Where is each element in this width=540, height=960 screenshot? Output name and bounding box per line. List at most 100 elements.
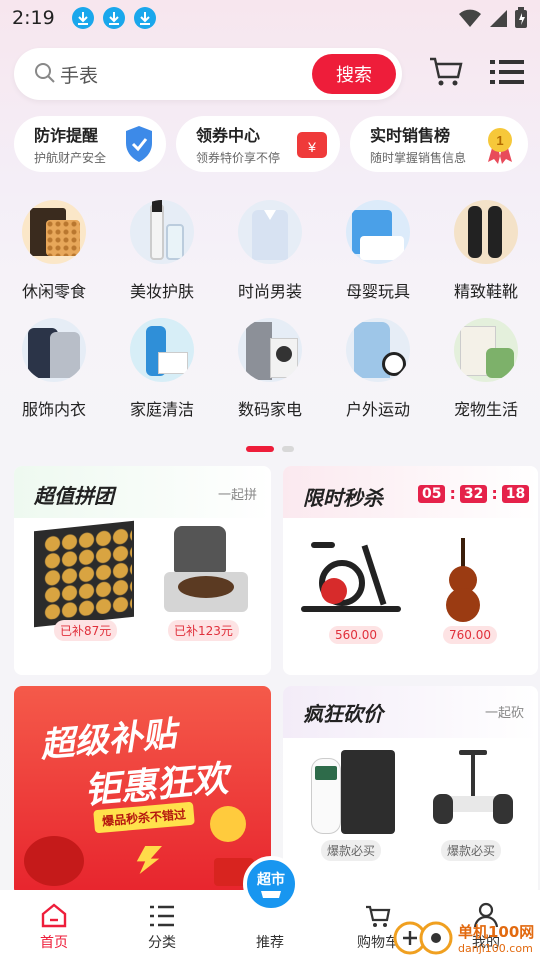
promo-subtitle: 领券特价享不停 — [196, 151, 281, 165]
groupbuy-more[interactable]: 一起拼 — [218, 484, 257, 503]
category-label: 数码家电 — [237, 400, 302, 419]
decor-shape — [24, 836, 84, 886]
countdown-hours: 05 — [418, 484, 446, 503]
svg-text:1: 1 — [496, 133, 503, 148]
category-baby-toys[interactable]: 母婴玩具 — [328, 200, 428, 302]
supermarket-label: 超市 — [257, 872, 285, 888]
signal-icon — [490, 10, 507, 27]
outdoor-image — [346, 318, 410, 382]
promo-subtitle: 随时掌握销售信息 — [370, 151, 467, 165]
home-icon — [41, 903, 67, 928]
category-label: 家庭清洁 — [129, 400, 194, 419]
mascot-icon — [210, 806, 246, 842]
countdown-seconds: 18 — [501, 484, 530, 503]
promo-coupon-center[interactable]: 领券中心领券特价享不停 ¥ — [176, 116, 340, 172]
menswear-image — [238, 200, 302, 264]
promo-subtitle: 护航财产安全 — [34, 151, 107, 165]
chocolate-box-image — [34, 520, 134, 628]
shoes-image — [454, 200, 518, 264]
underwear-image — [22, 318, 86, 382]
bike-image — [301, 536, 409, 636]
category-label: 母婴玩具 — [345, 282, 410, 301]
watermark: 单机100网 danji100.com — [392, 918, 534, 958]
category-cleaning[interactable]: 家庭清洁 — [112, 318, 212, 420]
search-input[interactable]: 手表 — [60, 61, 98, 88]
search-bar[interactable]: 手表 搜索 — [14, 48, 402, 100]
category-snacks[interactable]: 休闲零食 — [4, 200, 104, 302]
beauty-image — [130, 200, 194, 264]
promo-title: 实时销售榜 — [370, 126, 451, 145]
category-appliances[interactable]: 数码家电 — [220, 318, 320, 420]
basket-icon — [261, 891, 281, 898]
tab-label: 推荐 — [256, 935, 284, 951]
tab-category[interactable]: 分类 — [108, 890, 216, 960]
subsidy-banner[interactable]: 超级补贴 钜惠狂欢 爆品秒杀不错过 — [14, 686, 271, 896]
groupbuy-price: 已补87元 — [54, 620, 118, 641]
violin-image — [445, 538, 481, 628]
promo-sales-rank[interactable]: 实时销售榜随时掌握销售信息 1 — [350, 116, 528, 172]
coupon-icon: ¥ — [297, 132, 327, 158]
category-label: 休闲零食 — [21, 282, 86, 301]
carousel-indicator — [246, 446, 294, 452]
category-outdoor[interactable]: 户外运动 — [328, 318, 428, 420]
promo-title: 防诈提醒 — [34, 126, 99, 145]
bargain-tag: 爆款必买 — [321, 840, 382, 861]
category-label: 服饰内衣 — [21, 400, 86, 419]
bargain-tag: 爆款必买 — [441, 840, 502, 861]
thermometer-image — [307, 750, 397, 838]
groupbuy-title: 超值拼团 — [34, 484, 114, 508]
category-menswear[interactable]: 时尚男装 — [220, 200, 320, 302]
scooter-image — [433, 750, 513, 840]
promo-anti-fraud[interactable]: 防诈提醒护航财产安全 — [14, 116, 166, 172]
category-label: 美妆护肤 — [129, 282, 194, 301]
list-icon — [150, 905, 174, 927]
medal-icon: 1 — [488, 128, 512, 164]
promo-title: 领券中心 — [196, 126, 261, 145]
bargain-card[interactable]: 疯狂砍价 一起砍 爆款必买 爆款必买 — [283, 686, 538, 896]
watermark-url: danji100.com — [458, 942, 533, 955]
groupbuy-card[interactable]: 超值拼团 一起拼 已补87元 已补123元 — [14, 466, 271, 675]
status-time: 2:19 — [12, 7, 55, 29]
cart-icon — [366, 905, 391, 927]
cooker-image — [164, 526, 248, 618]
search-button[interactable]: 搜索 — [312, 54, 396, 94]
shield-icon — [126, 126, 152, 162]
baby-toys-image — [346, 200, 410, 264]
cart-icon[interactable] — [428, 56, 464, 88]
appliances-image — [238, 318, 302, 382]
groupbuy-price: 已补123元 — [168, 620, 239, 641]
flashsale-title: 限时秒杀 — [303, 486, 383, 510]
download-icon — [71, 7, 94, 29]
pets-image — [454, 318, 518, 382]
flashsale-price: 560.00 — [329, 626, 383, 644]
flashsale-price: 760.00 — [443, 626, 497, 644]
supermarket-button[interactable]: 超市 — [243, 856, 299, 912]
category-label: 户外运动 — [345, 400, 410, 419]
category-shoes[interactable]: 精致鞋靴 — [436, 200, 536, 302]
lightning-icon — [136, 846, 162, 874]
status-bar: 2:19 — [0, 0, 540, 36]
tab-home[interactable]: 首页 — [0, 890, 108, 960]
tab-label: 分类 — [148, 935, 176, 951]
menu-icon[interactable] — [490, 58, 524, 86]
countdown-minutes: 32 — [459, 484, 488, 503]
category-label: 宠物生活 — [453, 400, 518, 419]
category-label: 精致鞋靴 — [453, 282, 518, 301]
category-underwear[interactable]: 服饰内衣 — [4, 318, 104, 420]
bargain-title: 疯狂砍价 — [303, 702, 383, 726]
category-pets[interactable]: 宠物生活 — [436, 318, 536, 420]
download-icon — [133, 7, 156, 29]
search-icon — [35, 63, 55, 83]
watermark-name: 单机100网 — [458, 923, 535, 941]
cleaning-image — [130, 318, 194, 382]
category-beauty[interactable]: 美妆护肤 — [112, 200, 212, 302]
wifi-icon — [459, 9, 481, 27]
bargain-more[interactable]: 一起砍 — [485, 702, 524, 721]
battery-icon — [515, 7, 527, 28]
watermark-logo — [393, 921, 453, 955]
svg-text:¥: ¥ — [307, 139, 316, 155]
tab-label: 首页 — [40, 935, 68, 951]
download-icon — [102, 7, 125, 29]
snacks-image — [22, 200, 86, 264]
countdown-timer: 05: 32: 18 — [418, 484, 530, 503]
